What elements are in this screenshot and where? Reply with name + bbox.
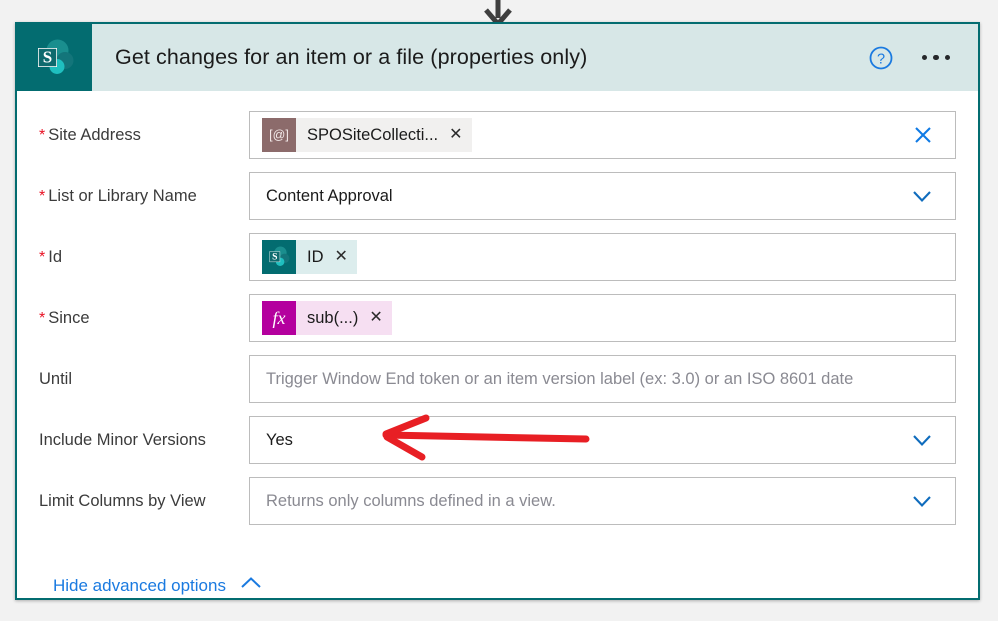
field-input-id[interactable]: S ID ✕ (249, 233, 956, 281)
field-input-since[interactable]: fx sub(...) ✕ (249, 294, 956, 342)
hide-advanced-options-label: Hide advanced options (53, 575, 226, 595)
svg-text:S: S (272, 252, 277, 263)
screenshot-canvas: S Get changes for an item or a file (pro… (0, 0, 998, 621)
field-row-until: Until Trigger Window End token or an ite… (39, 355, 956, 403)
token-id[interactable]: S ID ✕ (262, 240, 357, 274)
token-remove-icon[interactable]: ✕ (449, 127, 462, 143)
field-value: Yes (266, 430, 293, 449)
hide-advanced-options-link[interactable]: Hide advanced options (53, 575, 263, 596)
field-label-site-address: * Site Address (39, 125, 141, 144)
field-input-site-address[interactable]: [@] SPOSiteCollecti... ✕ (249, 111, 956, 159)
svg-text:?: ? (876, 51, 884, 67)
action-card-body: *Site Address [@] SPOSiteCollecti... ✕ (17, 91, 978, 596)
field-actions (905, 484, 945, 518)
required-asterisk: * (39, 309, 46, 327)
chevron-up-icon (239, 575, 263, 596)
token-body: SPOSiteCollecti... ✕ (296, 118, 472, 152)
action-card: S Get changes for an item or a file (pro… (15, 22, 980, 600)
clear-icon[interactable] (907, 119, 939, 151)
field-label-list-or-library-name: * List or Library Name (39, 186, 197, 205)
sharepoint-icon: S (17, 24, 92, 91)
field-input-limit-columns-by-view[interactable]: Returns only columns defined in a view. (249, 477, 956, 525)
svg-text:S: S (42, 47, 51, 66)
field-row-site-address: * Site Address [@] SPOSiteCollecti... ✕ (39, 111, 956, 159)
action-title: Get changes for an item or a file (prope… (115, 45, 588, 69)
required-asterisk: * (39, 248, 46, 266)
field-placeholder: Returns only columns defined in a view. (266, 491, 556, 510)
token-remove-icon[interactable]: ✕ (369, 310, 382, 326)
field-input-include-minor-versions[interactable]: Yes (249, 416, 956, 464)
token-remove-icon[interactable]: ✕ (335, 249, 348, 265)
token-badge-dynamic-content-icon: [@] (262, 118, 296, 152)
field-actions (905, 423, 945, 457)
token-text: ID (307, 247, 324, 266)
field-actions (907, 119, 945, 151)
field-input-until[interactable]: Trigger Window End token or an item vers… (249, 355, 956, 403)
field-row-since: * Since fx sub(...) ✕ (39, 294, 956, 342)
field-actions (905, 179, 945, 213)
token-text: SPOSiteCollecti... (307, 125, 439, 144)
field-row-id: * Id S ID ✕ (39, 233, 956, 281)
chevron-down-icon[interactable] (905, 484, 939, 518)
field-value: Content Approval (266, 186, 393, 205)
required-asterisk: * (39, 126, 46, 144)
header-actions: ? (868, 24, 979, 91)
chevron-down-icon[interactable] (905, 179, 939, 213)
token-body: sub(...) ✕ (296, 301, 392, 335)
field-label-since: * Since (39, 308, 90, 327)
required-asterisk: * (39, 187, 46, 205)
token-body: ID ✕ (296, 240, 357, 274)
chevron-down-icon[interactable] (905, 423, 939, 457)
token-site-address[interactable]: [@] SPOSiteCollecti... ✕ (262, 118, 472, 152)
field-label-include-minor-versions: Include Minor Versions (39, 430, 206, 449)
token-badge-fx-icon: fx (262, 301, 296, 335)
token-badge-sharepoint-icon: S (262, 240, 296, 274)
action-card-header: S Get changes for an item or a file (pro… (17, 24, 978, 91)
field-label-id: * Id (39, 247, 62, 266)
field-row-limit-columns-by-view: Limit Columns by View Returns only colum… (39, 477, 956, 525)
field-label-until: Until (39, 369, 73, 388)
field-row-include-minor-versions: Include Minor Versions Yes (39, 416, 956, 464)
field-placeholder: Trigger Window End token or an item vers… (266, 369, 854, 388)
more-options-icon[interactable] (920, 49, 953, 67)
token-text: sub(...) (307, 308, 359, 327)
field-input-list-or-library-name[interactable]: Content Approval (249, 172, 956, 220)
field-label-limit-columns-by-view: Limit Columns by View (39, 491, 206, 510)
help-icon[interactable]: ? (868, 45, 894, 71)
field-row-list-or-library-name: * List or Library Name Content Approval (39, 172, 956, 220)
token-since-expression[interactable]: fx sub(...) ✕ (262, 301, 392, 335)
